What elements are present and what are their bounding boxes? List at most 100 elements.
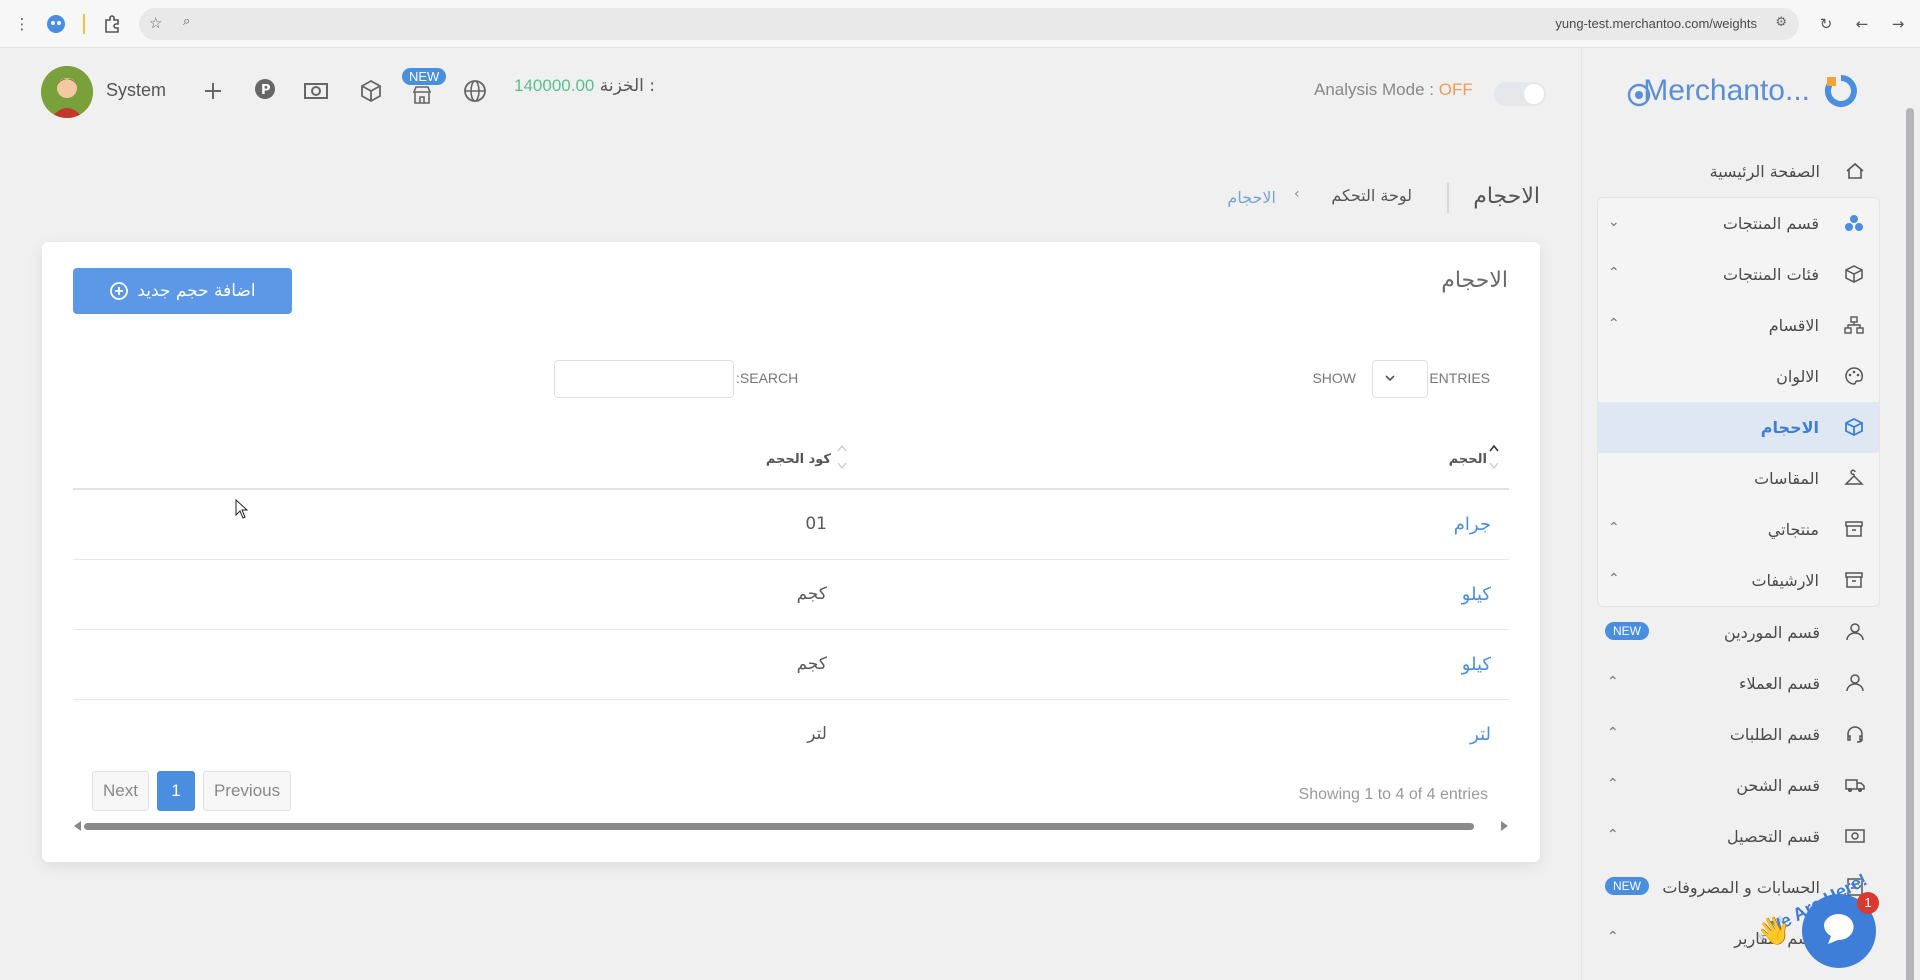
chevron-up-icon[interactable]: ⌃ bbox=[1608, 316, 1626, 334]
scrollbar-thumb[interactable] bbox=[1906, 108, 1914, 980]
mouse-cursor-icon bbox=[235, 499, 249, 519]
products-icon bbox=[1845, 215, 1863, 231]
weight-name-link[interactable]: لتر bbox=[1470, 724, 1491, 745]
next-button[interactable]: Next bbox=[92, 771, 149, 811]
chat-widget[interactable]: We Are Here! 1 👋 bbox=[1752, 852, 1912, 980]
user-icon bbox=[1846, 674, 1864, 692]
url-text: yung-test.merchantoo.com/weights bbox=[1555, 16, 1757, 31]
address-bar[interactable]: ☆ ⌕ yung-test.merchantoo.com/weights ⚙ bbox=[139, 8, 1799, 40]
scroll-left-icon[interactable] bbox=[74, 821, 81, 831]
sidebar-item-sizes[interactable]: المقاسات bbox=[1598, 453, 1879, 504]
extensions-icon[interactable] bbox=[100, 12, 124, 36]
site-settings-icon[interactable]: ⚙ bbox=[1775, 15, 1787, 30]
sidebar-item-label: الارشيفات bbox=[1751, 571, 1819, 590]
cash-icon[interactable] bbox=[303, 78, 329, 104]
browser-toolbar: ⋮ ☆ ⌕ yung-test.merchantoo.com/weights ⚙… bbox=[0, 0, 1920, 48]
weight-name-link[interactable]: كيلو bbox=[1462, 584, 1491, 605]
breadcrumb-home-link[interactable]: لوحة التحكم bbox=[1331, 186, 1412, 205]
sidebar-item-suppliers[interactable]: NEW قسم الموردين bbox=[1597, 607, 1880, 658]
sidebar-item-label: قسم الموردين bbox=[1724, 623, 1820, 642]
sort-icon[interactable] bbox=[1487, 442, 1501, 472]
brand-name: Merchanto... bbox=[1643, 74, 1810, 107]
forward-icon[interactable]: → bbox=[1886, 12, 1910, 36]
chevron-up-icon[interactable]: ⌃ bbox=[1607, 674, 1625, 692]
new-badge: NEW bbox=[402, 68, 447, 85]
chevron-up-icon[interactable]: ⌃ bbox=[1608, 520, 1626, 538]
weight-name-link[interactable]: كيلو bbox=[1462, 654, 1491, 675]
chevron-down-icon[interactable]: ⌄ bbox=[1608, 214, 1626, 232]
analysis-toggle[interactable] bbox=[1494, 82, 1546, 106]
avatar[interactable] bbox=[41, 66, 93, 118]
sort-icon[interactable] bbox=[835, 442, 849, 472]
user-name[interactable]: System bbox=[106, 80, 166, 101]
globe-icon[interactable] bbox=[462, 78, 488, 104]
treasury-amount: 140000.00 bbox=[514, 76, 595, 95]
chevron-up-icon[interactable]: ⌃ bbox=[1607, 929, 1625, 947]
sidebar: Merchanto... الصفحة الرئيسية ⌄ قسم المنت… bbox=[1581, 48, 1920, 980]
user-icon bbox=[1846, 623, 1864, 641]
package-icon[interactable] bbox=[358, 78, 384, 104]
entries-select[interactable] bbox=[1372, 360, 1428, 398]
chevron-up-icon[interactable]: ⌃ bbox=[1608, 265, 1626, 283]
column-header-weight[interactable]: الحجم bbox=[1449, 452, 1487, 467]
sidebar-item-shipping[interactable]: ⌃ قسم الشحن bbox=[1597, 760, 1880, 811]
sidebar-item-orders[interactable]: ⌃ قسم الطلبات bbox=[1597, 709, 1880, 760]
sidebar-item-label: الالوان bbox=[1776, 367, 1819, 386]
bookmark-star-icon[interactable]: ☆ bbox=[149, 14, 162, 32]
column-header-code[interactable]: كود الحجم bbox=[766, 452, 831, 467]
parking-icon[interactable]: P bbox=[252, 76, 278, 102]
sidebar-item-my-products[interactable]: ⌃ منتجاتي bbox=[1598, 504, 1879, 555]
sidebar-item-product-categories[interactable]: ⌃ فئات المنتجات bbox=[1598, 249, 1879, 300]
sidebar-item-label: قسم المنتجات bbox=[1722, 214, 1819, 233]
extension-avatar-icon[interactable] bbox=[44, 12, 68, 36]
search-input[interactable] bbox=[554, 360, 734, 398]
scroll-right-icon[interactable] bbox=[1501, 821, 1508, 831]
page-1-button[interactable]: 1 bbox=[156, 771, 195, 811]
back-icon[interactable]: ← bbox=[1850, 12, 1874, 36]
chevron-up-icon[interactable]: ⌃ bbox=[1607, 725, 1625, 743]
chevron-up-icon[interactable]: ⌃ bbox=[1607, 776, 1625, 794]
sidebar-item-label: منتجاتي bbox=[1767, 520, 1819, 539]
truck-icon bbox=[1845, 779, 1865, 792]
breadcrumb-current: الاحجام bbox=[1227, 188, 1276, 207]
brand[interactable]: Merchanto... bbox=[1643, 74, 1858, 108]
weight-code: 01 bbox=[805, 514, 827, 534]
sidebar-item-departments[interactable]: ⌃ الاقسام bbox=[1598, 300, 1879, 351]
plus-circle-icon bbox=[110, 282, 129, 300]
previous-button[interactable]: Previous bbox=[202, 771, 292, 811]
archive-icon bbox=[1845, 572, 1863, 588]
plus-icon[interactable] bbox=[200, 78, 226, 104]
sidebar-item-customers[interactable]: ⌃ قسم العملاء bbox=[1597, 658, 1880, 709]
chevron-up-icon[interactable]: ⌃ bbox=[1607, 827, 1625, 845]
new-badge: NEW bbox=[1605, 877, 1649, 895]
sidebar-item-weights[interactable]: الاحجام bbox=[1598, 402, 1879, 453]
table-row: كيلو كجم bbox=[73, 560, 1509, 630]
table-horizontal-scrollbar[interactable] bbox=[74, 820, 1508, 832]
scrollbar-thumb[interactable] bbox=[84, 823, 1474, 830]
sidebar-item-home[interactable]: الصفحة الرئيسية bbox=[1597, 146, 1880, 197]
sitemap-icon bbox=[1844, 316, 1864, 334]
add-weight-button[interactable]: اضافة حجم جديد bbox=[73, 268, 292, 314]
hanger-icon bbox=[1844, 469, 1864, 485]
chevron-up-icon[interactable]: ⌃ bbox=[1608, 571, 1626, 589]
cube-icon bbox=[1845, 417, 1863, 437]
sidebar-item-label: فئات المنتجات bbox=[1723, 265, 1819, 284]
sidebar-item-archives[interactable]: ⌃ الارشيفات bbox=[1598, 555, 1879, 606]
store-icon[interactable] bbox=[411, 84, 433, 106]
weight-code: كجم bbox=[796, 584, 827, 604]
zoom-icon[interactable]: ⌕ bbox=[183, 14, 190, 29]
sidebar-item-label: الصفحة الرئيسية bbox=[1709, 162, 1820, 181]
weight-name-link[interactable]: جرام bbox=[1454, 514, 1491, 535]
sidebar-item-products[interactable]: ⌄ قسم المنتجات bbox=[1598, 198, 1879, 249]
menu-dots-icon[interactable]: ⋮ bbox=[10, 12, 34, 36]
sidebar-scrollbar[interactable] bbox=[1906, 108, 1914, 980]
home-icon bbox=[1846, 162, 1864, 179]
showing-entries-text: Showing 1 to 4 of 4 entries bbox=[1298, 786, 1488, 803]
sidebar-item-label: قسم الطلبات bbox=[1729, 725, 1820, 744]
reload-icon[interactable]: ↻ bbox=[1814, 12, 1838, 36]
sidebar-item-colors[interactable]: الالوان bbox=[1598, 351, 1879, 402]
card-title: الاحجام bbox=[1441, 268, 1508, 293]
sidebar-menu: الصفحة الرئيسية ⌄ قسم المنتجات ⌃ فئات ال… bbox=[1597, 146, 1880, 964]
headset-icon bbox=[1847, 726, 1863, 743]
sidebar-item-label: الاحجام bbox=[1760, 418, 1819, 437]
